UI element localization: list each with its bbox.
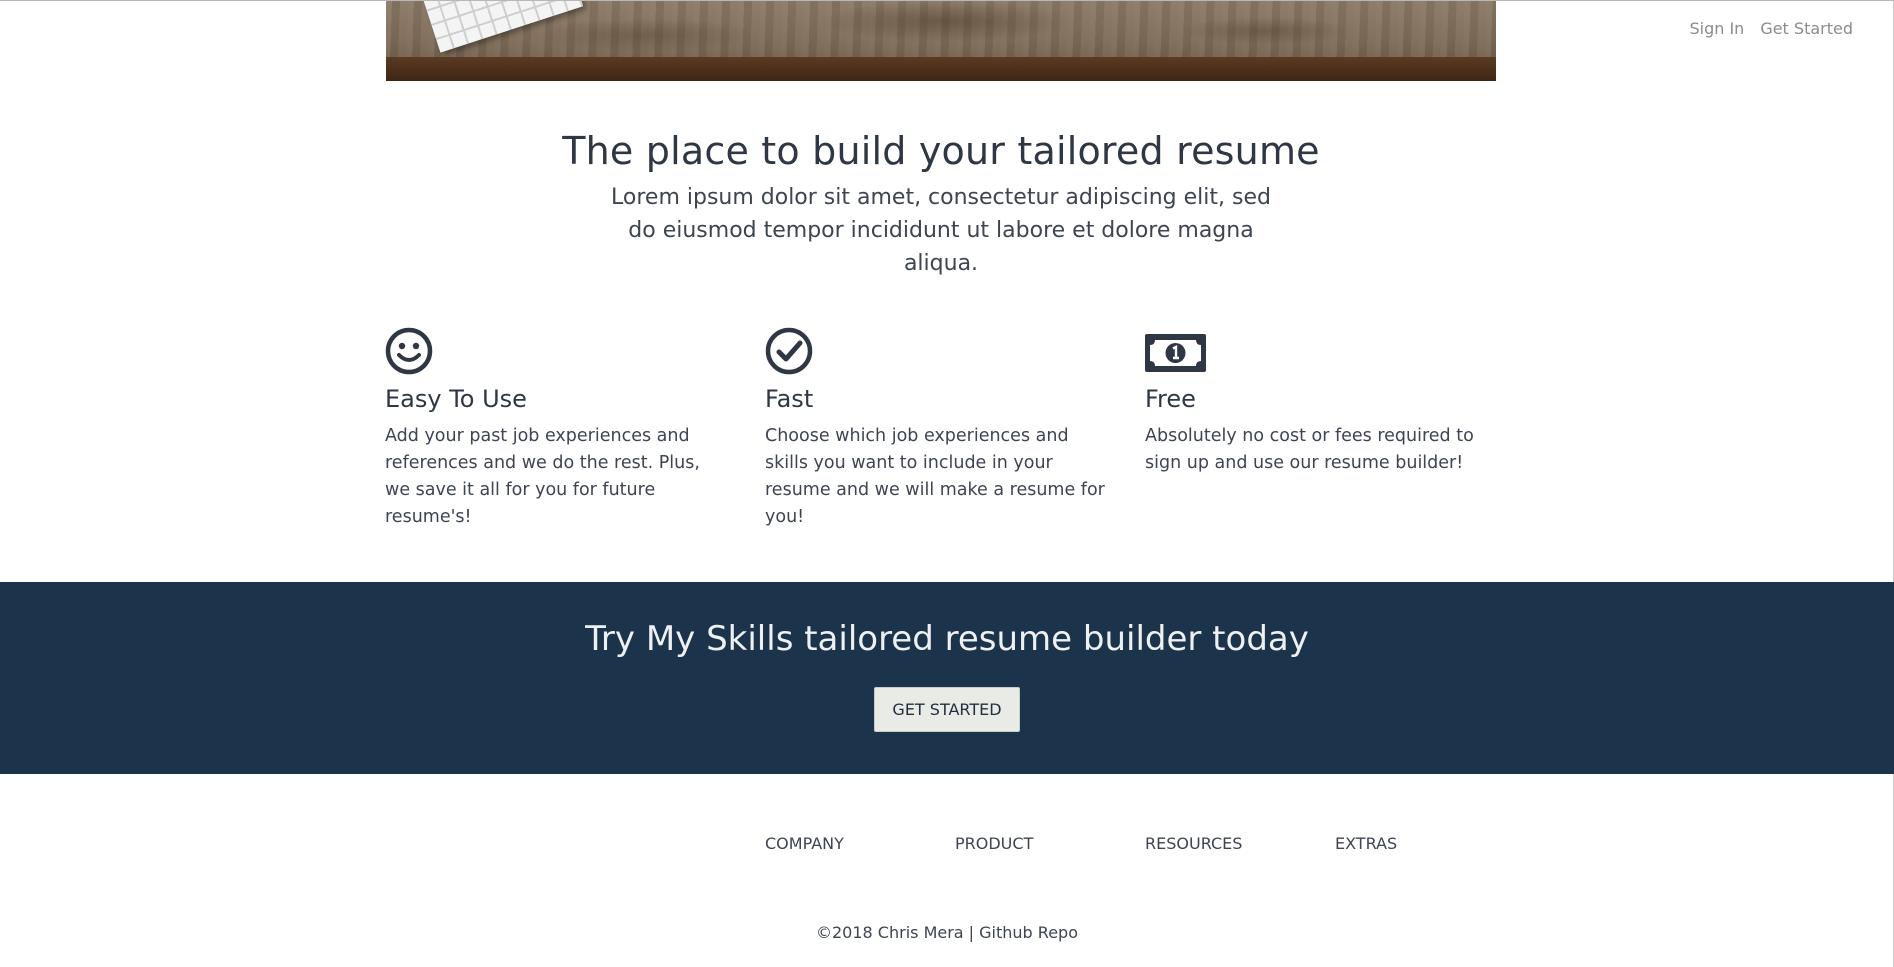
github-repo-link[interactable]: Github Repo	[979, 923, 1078, 942]
copyright: ©2018 Chris Mera | Github Repo	[0, 923, 1894, 942]
landing-page: Sign In Get Started The place to build y…	[0, 0, 1894, 967]
feature-easy-to-use: Easy To Use Add your past job experience…	[385, 327, 730, 531]
sign-in-link[interactable]: Sign In	[1689, 19, 1744, 38]
footer-link-resources[interactable]: RESOURCES	[1145, 834, 1242, 853]
feature-text: Choose which job experiences and skills …	[765, 426, 1105, 527]
check-circle-icon	[765, 327, 813, 375]
feature-free: Free Absolutely no cost or fees required…	[1145, 327, 1490, 477]
cta-heading: Try My Skills tailored resume builder to…	[585, 619, 1309, 659]
cta-banner: Try My Skills tailored resume builder to…	[0, 582, 1894, 774]
features-section: Easy To Use Add your past job experience…	[385, 327, 1495, 527]
intro-section: The place to build your tailored resume …	[386, 129, 1496, 280]
feature-title: Easy To Use	[385, 385, 527, 413]
feature-text: Absolutely no cost or fees required to s…	[1145, 426, 1474, 473]
feature-title: Fast	[765, 385, 814, 413]
get-started-link[interactable]: Get Started	[1760, 19, 1853, 38]
wood-edge	[386, 57, 1496, 81]
footer-link-company[interactable]: COMPANY	[765, 834, 844, 853]
smile-icon	[385, 327, 433, 375]
get-started-button[interactable]: GET STARTED	[874, 687, 1020, 732]
feature-text: Add your past job experiences and refere…	[385, 426, 700, 527]
footer-links: COMPANY PRODUCT RESOURCES EXTRAS	[0, 834, 1894, 856]
page-title: The place to build your tailored resume	[562, 129, 1320, 173]
feature-fast: Fast Choose which job experiences and sk…	[765, 327, 1110, 531]
footer-link-product[interactable]: PRODUCT	[955, 834, 1033, 853]
copyright-text: ©2018 Chris Mera |	[816, 923, 980, 942]
money-bill-icon	[1145, 334, 1206, 372]
footer-link-extras[interactable]: EXTRAS	[1335, 834, 1397, 853]
hero-image	[386, 1, 1496, 81]
feature-title: Free	[1145, 385, 1196, 413]
top-nav: Sign In Get Started	[1689, 19, 1853, 38]
page-subtitle: Lorem ipsum dolor sit amet, consectetur …	[611, 185, 1271, 276]
